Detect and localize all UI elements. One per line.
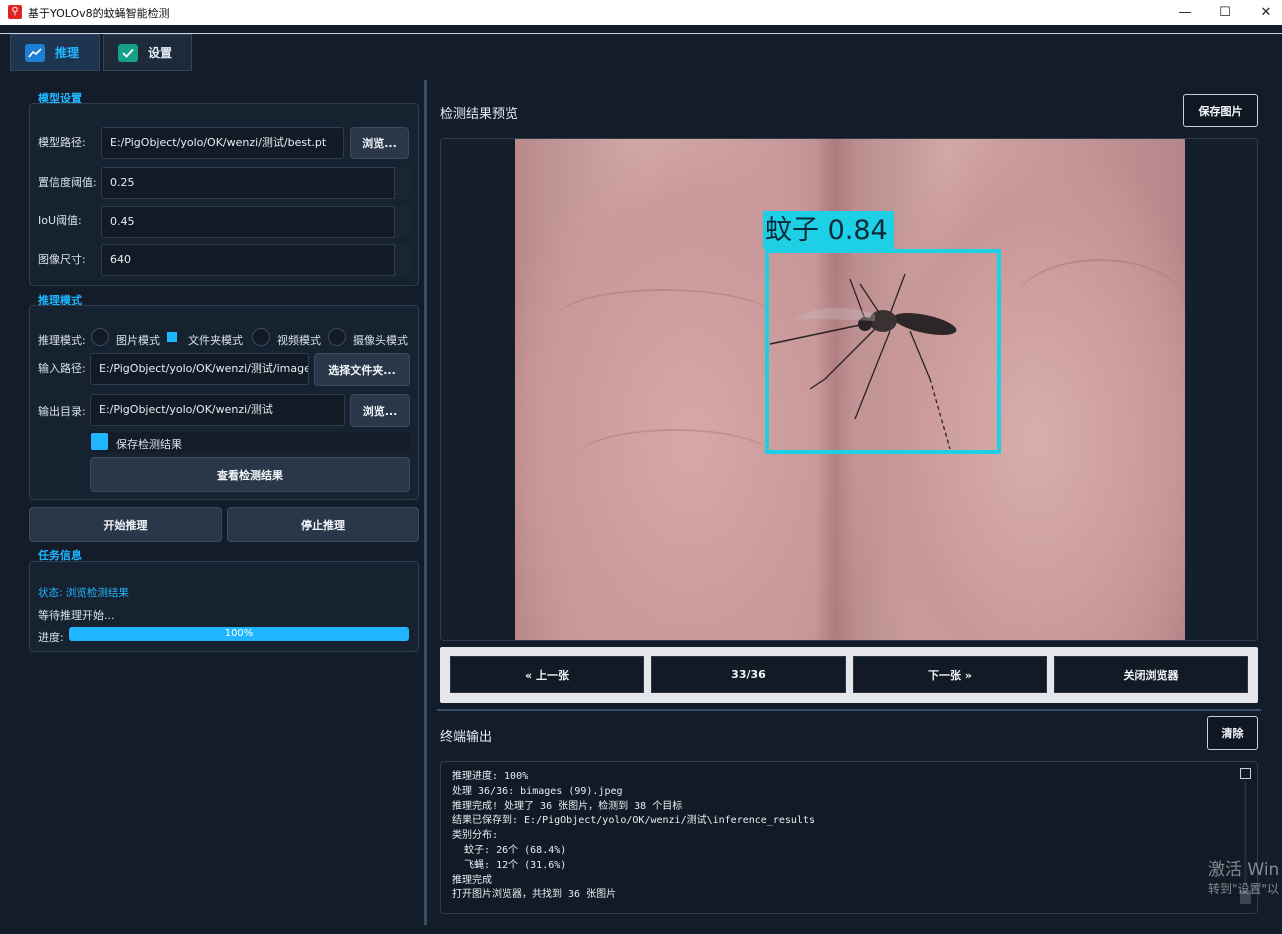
- activation-watermark: 激活 Win: [1208, 860, 1280, 880]
- input-path-label: 输入路径:: [38, 362, 86, 375]
- terminal-line: 类别分布:: [452, 830, 499, 842]
- image-size-label: 图像尺寸:: [38, 253, 86, 266]
- mode-label: 推理模式:: [38, 334, 86, 347]
- terminal-line: 推理完成: [452, 874, 492, 886]
- terminal-line: 蚊子: 26个 (68.4%): [452, 844, 567, 856]
- image-counter: 33/36: [651, 656, 846, 693]
- radio-video-mode[interactable]: [252, 328, 270, 346]
- radio-folder-mode[interactable]: [167, 332, 177, 342]
- maximize-icon[interactable]: ☐: [1202, 0, 1248, 25]
- close-icon[interactable]: ✕: [1243, 0, 1282, 25]
- input-path-input[interactable]: E:/PigObject/yolo/OK/wenzi/测试/image: [90, 353, 309, 385]
- model-browse-button[interactable]: 浏览...: [350, 127, 409, 159]
- folder-mode-label: 文件夹模式: [188, 334, 243, 347]
- title-divider: [0, 33, 1282, 34]
- video-mode-label: 视频模式: [277, 334, 321, 347]
- app-logo-icon: ⚲: [8, 5, 22, 19]
- radio-camera-mode[interactable]: [328, 328, 346, 346]
- clear-terminal-button[interactable]: 清除: [1207, 716, 1258, 750]
- stop-inference-button[interactable]: 停止推理: [227, 507, 419, 542]
- radio-image-mode[interactable]: [91, 328, 109, 346]
- start-inference-button[interactable]: 开始推理: [29, 507, 222, 542]
- terminal-line: 打开图片浏览器，共找到 36 张图片: [452, 889, 617, 901]
- view-results-button[interactable]: 查看检测结果: [90, 457, 410, 492]
- select-folder-button[interactable]: 选择文件夹...: [314, 353, 410, 386]
- chart-icon: [25, 43, 45, 62]
- model-path-label: 模型路径:: [38, 136, 86, 149]
- iou-stepper[interactable]: [394, 206, 410, 238]
- preview-frame: 蚊子 0.84: [440, 138, 1258, 641]
- iou-label: IoU阈值:: [38, 214, 82, 227]
- skin-crease: [555, 289, 775, 349]
- skin-crease: [1015, 259, 1185, 349]
- output-dir-label: 输出目录:: [38, 405, 86, 418]
- title-bar: ⚲ 基于YOLOv8的蚊蝇智能检测 — ☐ ✕: [0, 0, 1282, 25]
- image-mode-label: 图片模式: [116, 334, 160, 347]
- detection-box: [765, 249, 1001, 454]
- detection-label: 蚊子 0.84: [763, 211, 894, 249]
- terminal-line: 推理进度: 100%: [452, 771, 529, 782]
- confidence-stepper[interactable]: [394, 167, 410, 199]
- save-results-checkbox[interactable]: [91, 433, 108, 450]
- image-size-stepper[interactable]: [394, 244, 410, 276]
- output-browse-button[interactable]: 浏览...: [350, 394, 410, 427]
- tab-inference[interactable]: 推理: [10, 34, 100, 71]
- detection-image: 蚊子 0.84: [515, 139, 1185, 640]
- output-dir-input[interactable]: E:/PigObject/yolo/OK/wenzi/测试: [90, 394, 345, 426]
- progress-label: 进度:: [38, 631, 64, 644]
- progress-bar: 100%: [69, 627, 409, 641]
- image-size-spinbox[interactable]: 640: [101, 244, 410, 276]
- confidence-spinbox[interactable]: 0.25: [101, 167, 410, 199]
- check-icon: [118, 43, 138, 62]
- progress-text: 100%: [224, 628, 254, 639]
- waiting-text: 等待推理开始...: [38, 609, 115, 622]
- terminal-title: 终端输出: [440, 730, 493, 745]
- panel-divider[interactable]: [424, 80, 427, 925]
- close-browser-button[interactable]: 关闭浏览器: [1054, 656, 1248, 693]
- tab-settings[interactable]: 设置: [103, 34, 192, 71]
- window-title: 基于YOLOv8的蚊蝇智能检测: [28, 7, 170, 20]
- status-text: 状态: 浏览检测结果: [38, 587, 129, 599]
- iou-spinbox[interactable]: 0.45: [101, 206, 410, 238]
- model-path-input[interactable]: E:/PigObject/yolo/OK/wenzi/测试/best.pt: [101, 127, 344, 159]
- save-results-label: 保存检测结果: [116, 438, 182, 451]
- terminal-line: 结果已保存到: E:/PigObject/yolo/OK/wenzi/测试\in…: [452, 815, 815, 827]
- camera-mode-label: 摄像头模式: [353, 334, 408, 347]
- terminal-output[interactable]: 推理进度: 100% 处理 36/36: bimages (99).jpeg 推…: [440, 761, 1258, 914]
- activation-watermark-sub: 转到"设置"以: [1208, 882, 1280, 896]
- terminal-line: 推理完成! 处理了 36 张图片，检测到 38 个目标: [452, 800, 683, 812]
- splitter-handle[interactable]: [437, 709, 1261, 711]
- tab-label: 推理: [55, 46, 80, 60]
- save-image-button[interactable]: 保存图片: [1183, 94, 1258, 127]
- skin-crease: [575, 429, 775, 489]
- next-image-button[interactable]: 下一张 »: [853, 656, 1047, 693]
- terminal-line: 飞蝇: 12个 (31.6%): [452, 859, 567, 871]
- preview-title: 检测结果预览: [440, 107, 519, 122]
- terminal-line: 处理 36/36: bimages (99).jpeg: [452, 785, 623, 797]
- confidence-label: 置信度阈值:: [38, 176, 97, 189]
- image-nav-bar: « 上一张 33/36 下一张 » 关闭浏览器: [440, 647, 1258, 703]
- scroll-up-icon[interactable]: [1240, 768, 1251, 779]
- prev-image-button[interactable]: « 上一张: [450, 656, 644, 693]
- tab-label: 设置: [148, 46, 173, 60]
